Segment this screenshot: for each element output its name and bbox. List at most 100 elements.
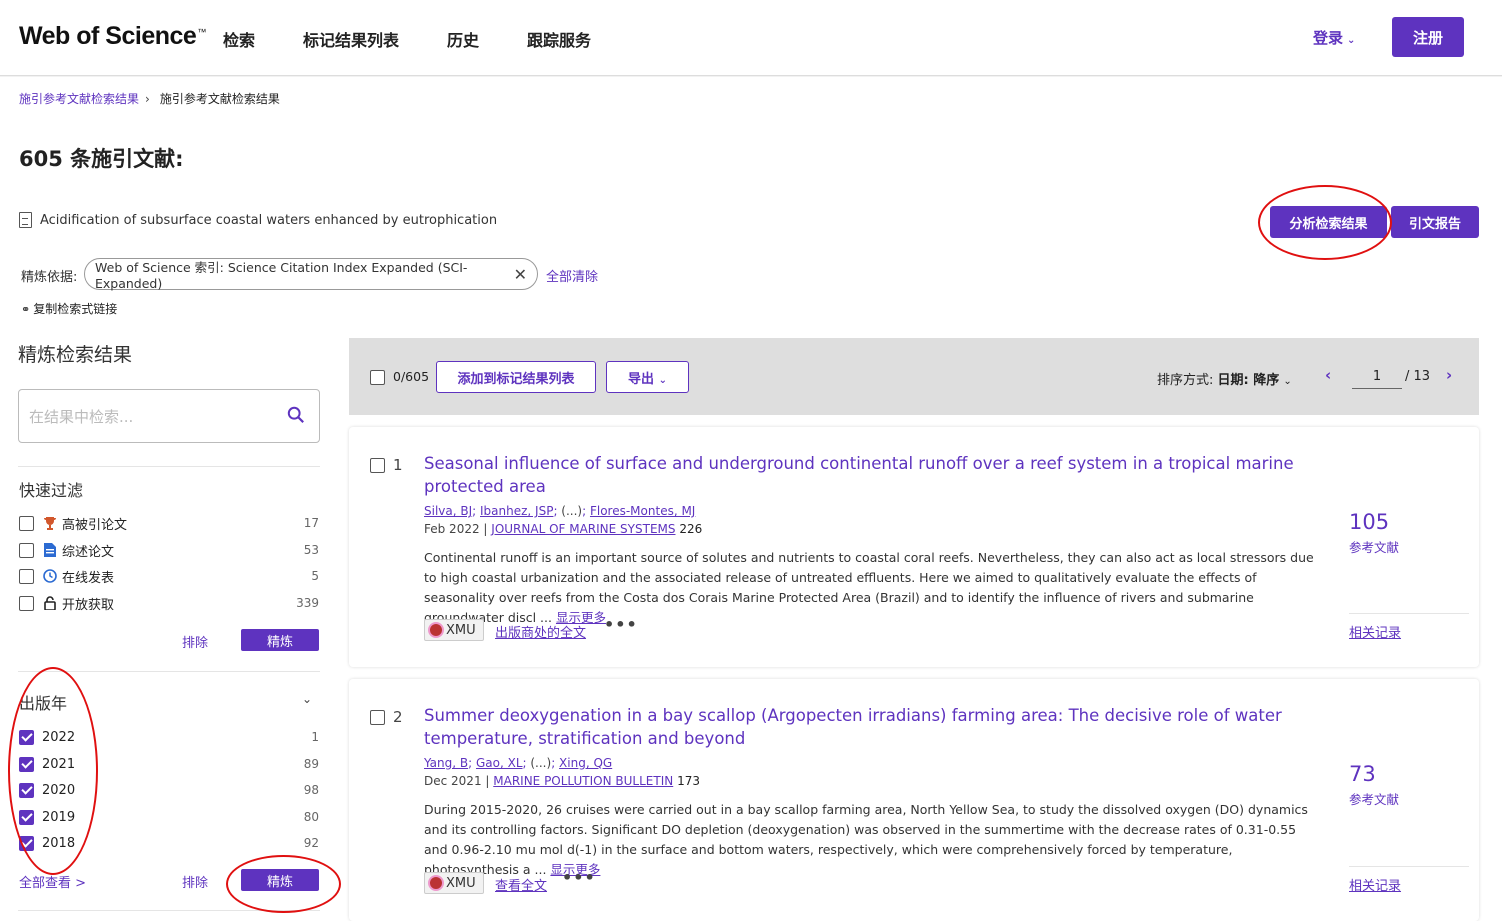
filter-label: 2021	[42, 756, 76, 772]
checkbox[interactable]	[19, 568, 34, 584]
divider	[18, 466, 320, 467]
chevron-left-icon[interactable]: ‹	[1325, 366, 1331, 384]
filter-label: 2022	[42, 729, 76, 745]
sort-dropdown[interactable]: 排序方式: 日期: 降序 ⌄	[1157, 369, 1292, 388]
quick-filter-exclude-button[interactable]: 排除	[182, 632, 208, 651]
journal-link[interactable]: JOURNAL OF MARINE SYSTEMS	[491, 522, 675, 536]
refine-results-title: 精炼检索结果	[18, 344, 133, 366]
citation-count[interactable]: 73	[1349, 762, 1376, 786]
quick-filter-review[interactable]: 综述论文 53	[19, 540, 319, 560]
quick-filter-early-access[interactable]: 在线发表 5	[19, 566, 319, 586]
institution-seal-icon	[428, 622, 444, 638]
web-of-science-logo[interactable]: Web of Science™	[19, 22, 206, 51]
sort-value: 日期: 降序	[1217, 373, 1280, 388]
nav-search[interactable]: 检索	[223, 27, 255, 51]
page-title: 605 条施引文献:	[19, 147, 184, 171]
cited-paper-title: Acidification of subsurface coastal wate…	[40, 212, 498, 228]
more-options-icon[interactable]: •••	[604, 615, 638, 634]
nav-marked-list[interactable]: 标记结果列表	[303, 27, 399, 51]
chevron-right-icon[interactable]: ›	[1446, 366, 1452, 384]
login-label: 登录	[1313, 29, 1344, 47]
copy-query-link[interactable]: ⚭ 复制检索式链接	[21, 300, 117, 317]
link-icon: ⚭	[21, 303, 31, 316]
year-refine-button[interactable]: 精炼	[241, 869, 319, 891]
add-to-marked-list-button[interactable]: 添加到标记结果列表	[436, 361, 596, 393]
related-records-link[interactable]: 相关记录	[1349, 875, 1401, 894]
filter-count: 98	[303, 783, 319, 797]
divider	[18, 910, 320, 911]
select-all-checkbox[interactable]	[370, 370, 385, 385]
close-icon[interactable]: ✕	[514, 265, 527, 284]
search-icon[interactable]	[287, 406, 305, 424]
breadcrumb-current: 施引参考文献检索结果	[159, 92, 280, 106]
authors-ellipsis[interactable]: (...)	[561, 504, 582, 518]
citation-count[interactable]: 105	[1349, 510, 1389, 534]
year-filter-2022[interactable]: 2022 1	[19, 727, 319, 747]
year-filter-2020[interactable]: 2020 98	[19, 780, 319, 800]
institution-link-button[interactable]: XMU	[424, 619, 484, 641]
institution-link-button[interactable]: XMU	[424, 872, 484, 894]
chevron-down-icon[interactable]: ⌄	[302, 692, 312, 706]
filter-label: 2018	[42, 835, 76, 851]
quick-filter-refine-button[interactable]: 精炼	[241, 629, 319, 651]
copy-query-link-label: 复制检索式链接	[33, 302, 118, 316]
pub-date: Feb 2022	[424, 522, 480, 536]
chevron-right-icon: ›	[145, 92, 150, 106]
full-text-link[interactable]: 查看全文	[495, 875, 547, 894]
filter-label: 开放获取	[62, 597, 115, 613]
volume: 173	[677, 774, 700, 788]
result-title[interactable]: Seasonal influence of surface and underg…	[424, 452, 1314, 498]
see-all-link[interactable]: 全部查看 >	[19, 872, 86, 891]
filter-count: 89	[303, 757, 319, 771]
quick-filter-open-access[interactable]: 开放获取 339	[19, 593, 319, 613]
result-checkbox[interactable]	[370, 710, 385, 725]
author-link[interactable]: Yang, B	[424, 756, 468, 770]
checkbox[interactable]	[19, 515, 34, 531]
checkbox[interactable]	[19, 835, 34, 851]
result-card: 1 Seasonal influence of surface and unde…	[349, 427, 1479, 667]
result-checkbox[interactable]	[370, 458, 385, 473]
authors-ellipsis[interactable]: (...)	[530, 756, 551, 770]
document-icon	[19, 212, 32, 228]
checkbox[interactable]	[19, 595, 34, 611]
author-link[interactable]: Ibanhez, JSP	[480, 504, 553, 518]
export-button[interactable]: 导出 ⌄	[606, 361, 689, 393]
chevron-down-icon: ⌄	[1283, 376, 1292, 387]
author-link[interactable]: Gao, XL	[476, 756, 523, 770]
nav-alerts[interactable]: 跟踪服务	[527, 27, 591, 51]
checkbox[interactable]	[19, 809, 34, 825]
filter-label: 2019	[42, 809, 76, 825]
result-abstract: Continental runoff is an important sourc…	[424, 548, 1314, 628]
divider	[18, 671, 320, 672]
author-link[interactable]: Flores-Montes, MJ	[590, 504, 695, 518]
year-exclude-button[interactable]: 排除	[182, 872, 208, 891]
analyze-results-button[interactable]: 分析检索结果	[1270, 206, 1387, 238]
cited-paper-row: Acidification of subsurface coastal wate…	[19, 212, 497, 228]
search-within-input[interactable]	[29, 404, 279, 430]
filter-count: 339	[296, 596, 319, 610]
result-title[interactable]: Summer deoxygenation in a bay scallop (A…	[424, 704, 1314, 750]
breadcrumb-link[interactable]: 施引参考文献检索结果	[19, 92, 139, 106]
related-records-link[interactable]: 相关记录	[1349, 622, 1401, 641]
quick-filter-highly-cited[interactable]: 高被引论文 17	[19, 513, 319, 533]
full-text-link[interactable]: 出版商处的全文	[495, 622, 586, 641]
journal-link[interactable]: MARINE POLLUTION BULLETIN	[493, 774, 673, 788]
year-filter-2021[interactable]: 2021 89	[19, 754, 319, 774]
year-filter-2019[interactable]: 2019 80	[19, 807, 319, 827]
lock-icon	[42, 596, 58, 610]
login-dropdown[interactable]: 登录 ⌄	[1313, 27, 1355, 48]
page-number-input[interactable]	[1352, 365, 1402, 389]
more-options-icon[interactable]: •••	[562, 868, 596, 887]
register-button[interactable]: 注册	[1392, 17, 1464, 57]
nav-history[interactable]: 历史	[447, 27, 479, 51]
checkbox[interactable]	[19, 756, 34, 772]
author-link[interactable]: Xing, QG	[559, 756, 612, 770]
citation-report-button[interactable]: 引文报告	[1391, 206, 1479, 238]
result-number: 2	[393, 708, 403, 726]
checkbox[interactable]	[19, 782, 34, 798]
checkbox[interactable]	[19, 729, 34, 745]
clear-all-link[interactable]: 全部清除	[546, 266, 598, 285]
checkbox[interactable]	[19, 542, 34, 558]
year-filter-2018[interactable]: 2018 92	[19, 833, 319, 853]
author-link[interactable]: Silva, BJ	[424, 504, 472, 518]
